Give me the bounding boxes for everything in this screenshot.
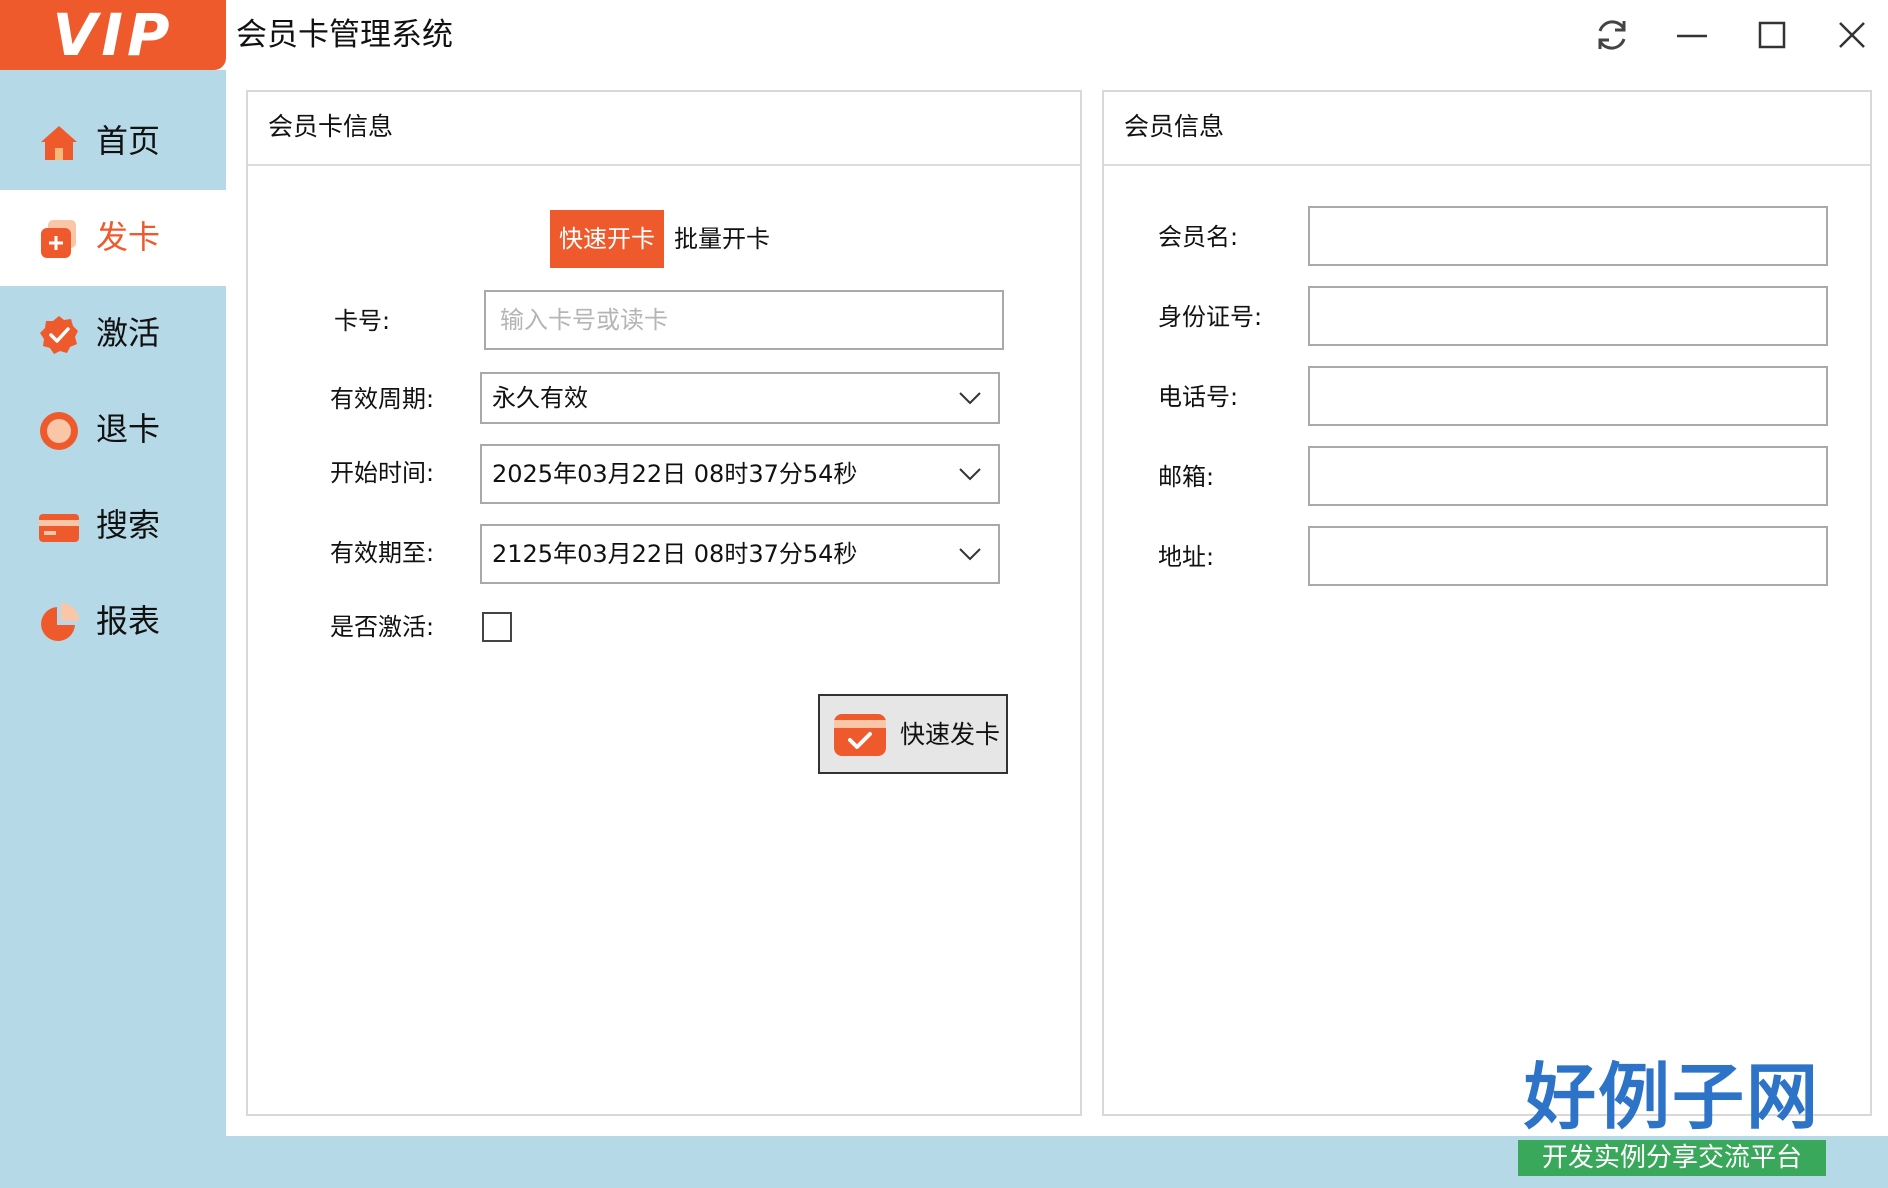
sidebar-item-issue-card[interactable]: 发卡 <box>0 190 226 286</box>
maximize-icon <box>1758 21 1786 49</box>
sidebar-item-activate[interactable]: 激活 <box>0 286 226 382</box>
start-time-value: 2025年03月22日 08时37分54秒 <box>492 460 858 488</box>
expire-label: 有效期至: <box>330 539 435 567</box>
minimize-button[interactable] <box>1662 8 1722 62</box>
member-name-input[interactable] <box>1308 206 1828 266</box>
tab-quick-open[interactable]: 快速开卡 <box>550 210 664 268</box>
refresh-button[interactable] <box>1582 8 1642 62</box>
logo-text: VIP <box>52 1 174 69</box>
address-input[interactable] <box>1308 526 1828 586</box>
quick-issue-button[interactable]: 快速发卡 <box>818 694 1008 774</box>
start-time-label: 开始时间: <box>330 459 435 487</box>
sidebar-item-label: 报表 <box>96 602 161 640</box>
add-card-icon <box>41 220 76 258</box>
tab-batch-open[interactable]: 批量开卡 <box>670 210 774 268</box>
address-label: 地址: <box>1158 543 1215 571</box>
quick-issue-label: 快速发卡 <box>900 720 1001 749</box>
sidebar-item-label: 首页 <box>96 122 161 160</box>
sidebar-item-label: 激活 <box>96 314 161 352</box>
home-icon <box>41 126 77 160</box>
sidebar-item-search[interactable]: 搜索 <box>0 478 226 574</box>
watermark-site-name: 好例子网 <box>1523 1054 1820 1139</box>
period-select[interactable]: 永久有效 <box>480 372 1000 424</box>
watermark-slogan: 开发实例分享交流平台 <box>1518 1140 1826 1176</box>
chevron-down-icon <box>959 468 981 481</box>
activate-checkbox[interactable] <box>482 612 512 642</box>
panel-header: 会员信息 <box>1104 92 1870 166</box>
refund-card-icon <box>40 412 78 450</box>
chevron-down-icon <box>959 548 981 561</box>
activate-check-icon <box>40 316 78 354</box>
period-value: 永久有效 <box>492 384 588 412</box>
expire-value: 2125年03月22日 08时37分54秒 <box>492 540 858 568</box>
email-input[interactable] <box>1308 446 1828 506</box>
activate-label: 是否激活: <box>330 613 435 641</box>
panel-title: 会员卡信息 <box>268 112 394 141</box>
vip-logo: VIP <box>0 0 226 70</box>
close-button[interactable] <box>1822 8 1882 62</box>
sidebar-item-label: 发卡 <box>96 218 161 256</box>
title-bar: VIP 会员卡管理系统 <box>0 0 1888 70</box>
panel-title: 会员信息 <box>1124 112 1225 141</box>
minimize-icon <box>1677 34 1707 38</box>
phone-label: 电话号: <box>1158 383 1239 411</box>
pie-chart-icon <box>41 603 79 641</box>
id-number-label: 身份证号: <box>1158 303 1263 331</box>
member-name-label: 会员名: <box>1158 223 1239 251</box>
card-no-label: 卡号: <box>334 307 391 335</box>
sidebar-item-label: 退卡 <box>96 410 161 448</box>
site-watermark: 好例子网 开发实例分享交流平台 <box>1518 1054 1826 1176</box>
maximize-button[interactable] <box>1742 8 1802 62</box>
sidebar: 首页 发卡 激活 退卡 搜索 报表 <box>0 70 226 1188</box>
phone-input[interactable] <box>1308 366 1828 426</box>
close-icon <box>1839 22 1865 48</box>
chevron-down-icon <box>959 392 981 405</box>
app-title: 会员卡管理系统 <box>236 17 453 53</box>
card-info-panel: 会员卡信息 快速开卡 批量开卡 卡号: 有效周期: 永久有效 开始时间: 202… <box>246 90 1082 1116</box>
card-check-icon <box>834 714 886 756</box>
search-card-icon <box>39 514 79 542</box>
member-info-panel: 会员信息 会员名: 身份证号: 电话号: 邮箱: 地址: <box>1102 90 1872 1116</box>
start-time-picker[interactable]: 2025年03月22日 08时37分54秒 <box>480 444 1000 504</box>
email-label: 邮箱: <box>1158 463 1215 491</box>
sidebar-item-home[interactable]: 首页 <box>0 94 226 190</box>
sidebar-item-report[interactable]: 报表 <box>0 574 226 670</box>
period-label: 有效周期: <box>330 385 435 413</box>
expire-picker[interactable]: 2125年03月22日 08时37分54秒 <box>480 524 1000 584</box>
id-number-input[interactable] <box>1308 286 1828 346</box>
refresh-icon <box>1598 20 1626 50</box>
panel-header: 会员卡信息 <box>248 92 1080 166</box>
sidebar-item-label: 搜索 <box>96 506 161 544</box>
sidebar-item-refund[interactable]: 退卡 <box>0 382 226 478</box>
card-no-input[interactable] <box>484 290 1004 350</box>
